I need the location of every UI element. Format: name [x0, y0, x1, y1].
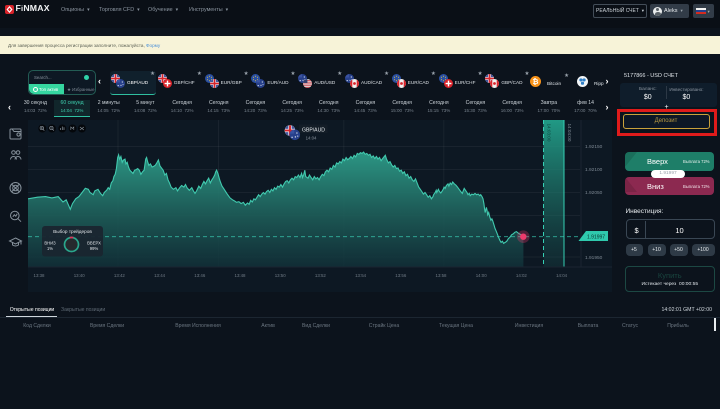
svg-text:13:48: 13:48: [235, 273, 247, 278]
svg-text:13:40: 13:40: [74, 273, 86, 278]
svg-text:ВВЕРХ: ВВЕРХ: [87, 240, 101, 245]
svg-text:1.92150: 1.92150: [585, 144, 603, 150]
svg-text:1.91950: 1.91950: [585, 255, 603, 261]
svg-text:13:42: 13:42: [114, 273, 126, 278]
svg-text:13:46: 13:46: [194, 273, 206, 278]
svg-text:14:04:00: 14:04:00: [567, 124, 572, 142]
svg-text:1.92050: 1.92050: [585, 190, 603, 196]
svg-text:14:02: 14:02: [516, 273, 528, 278]
svg-text:13:58: 13:58: [436, 273, 448, 278]
svg-text:13:50: 13:50: [275, 273, 287, 278]
svg-text:13:54: 13:54: [355, 273, 367, 278]
svg-text:14:03:00: 14:03:00: [547, 124, 552, 142]
svg-text:1.91997: 1.91997: [587, 235, 605, 241]
svg-text:14:00: 14:00: [476, 273, 488, 278]
svg-text:1.92100: 1.92100: [585, 167, 603, 173]
svg-text:Выбор трейдеров: Выбор трейдеров: [53, 228, 92, 234]
svg-text:14:04: 14:04: [306, 136, 317, 141]
svg-text:GBP/AUD: GBP/AUD: [302, 127, 325, 133]
svg-text:99%: 99%: [90, 246, 99, 251]
svg-text:14:04: 14:04: [556, 273, 568, 278]
svg-text:13:44: 13:44: [154, 273, 166, 278]
svg-text:13:56: 13:56: [395, 273, 407, 278]
svg-text:ВНИЗ: ВНИЗ: [44, 240, 56, 245]
svg-text:13:52: 13:52: [315, 273, 327, 278]
svg-text:1%: 1%: [47, 246, 53, 251]
svg-text:13:38: 13:38: [34, 273, 46, 278]
